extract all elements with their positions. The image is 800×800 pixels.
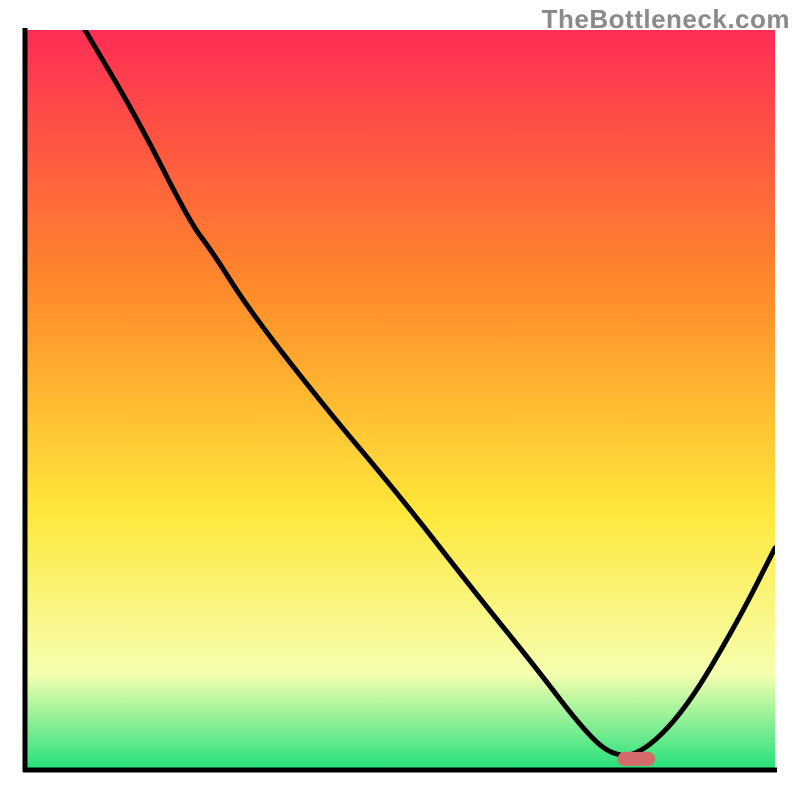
optimal-marker: [618, 752, 656, 766]
chart-svg: [0, 0, 800, 800]
bottleneck-chart: TheBottleneck.com: [0, 0, 800, 800]
plot-background: [25, 30, 775, 770]
watermark-text: TheBottleneck.com: [542, 4, 790, 35]
